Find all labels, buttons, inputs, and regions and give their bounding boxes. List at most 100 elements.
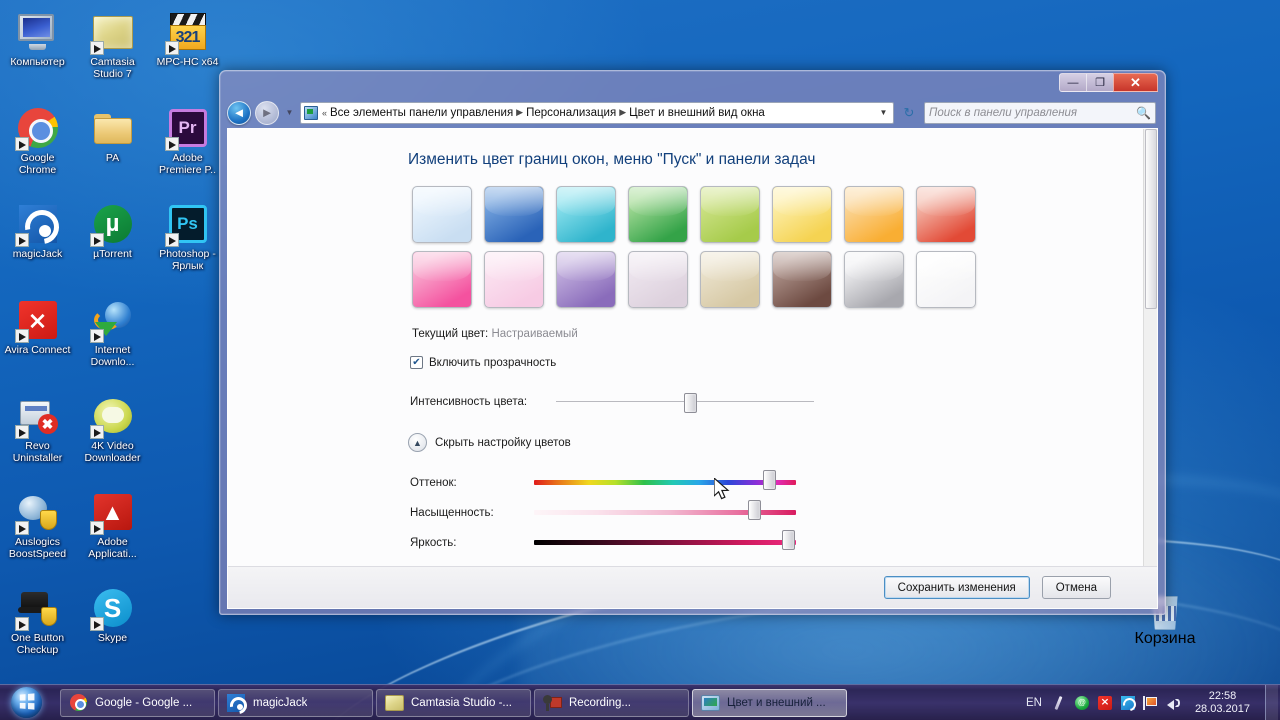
window-titlebar[interactable]: — ❐ ✕ [227, 71, 1158, 97]
shortcut-arrow-icon [89, 41, 104, 55]
search-input[interactable]: Поиск в панели управления 🔍 [924, 101, 1156, 124]
desktop-icon-photoshop[interactable]: Ps Photoshop - Ярлык [150, 196, 225, 292]
volume-icon[interactable] [1166, 695, 1182, 711]
clock[interactable]: 22:58 28.03.2017 [1189, 690, 1258, 716]
address-dropdown-icon[interactable]: ▼ [876, 108, 891, 117]
desktop-icon-chrome[interactable]: Google Chrome [0, 100, 75, 196]
brightness-slider[interactable] [534, 530, 796, 556]
desktop-icon-utorrent[interactable]: µ µTorrent [75, 196, 150, 292]
shortcut-arrow-icon [164, 233, 179, 247]
shortcut-arrow-icon [14, 521, 29, 535]
settings-pane: Изменить цвет границ окон, меню "Пуск" и… [228, 129, 1143, 608]
color-swatch-lime[interactable] [700, 186, 760, 243]
color-swatch-sky[interactable] [412, 186, 472, 243]
saturation-thumb[interactable] [747, 500, 761, 520]
address-bar[interactable]: « Все элементы панели управления ▶ Персо… [300, 101, 894, 124]
desktop-icon-4k-video[interactable]: 4K Video Downloader [75, 388, 150, 484]
color-swatch-red[interactable] [916, 186, 976, 243]
show-desktop-button[interactable] [1265, 684, 1278, 720]
magicjack-icon[interactable] [1120, 695, 1136, 711]
breadcrumb: « Все элементы панели управления ▶ Персо… [322, 107, 872, 119]
taskbar-button-camtasia[interactable]: Camtasia Studio -... [376, 688, 531, 717]
maximize-button[interactable]: ❐ [1086, 73, 1114, 92]
taskbar-button-chrome[interactable]: Google - Google ... [60, 688, 215, 717]
shortcut-arrow-icon [164, 137, 179, 151]
taskbar[interactable]: Google - Google ... magicJack Camtasia Stu… [0, 684, 1280, 720]
desktop-icon-label: Skype [97, 632, 128, 644]
breadcrumb-item-all-control-panel[interactable]: Все элементы панели управления [330, 107, 513, 119]
color-intensity-thumb[interactable] [683, 393, 697, 413]
taskbar-button-display[interactable]: Цвет и внешний ... [692, 688, 847, 717]
avira-icon: ⨯ [14, 298, 60, 343]
hue-thumb[interactable] [763, 470, 777, 490]
adobe-icon: ▲ [89, 490, 135, 535]
desktop-icon-auslogics[interactable]: Auslogics BoostSpeed [0, 484, 75, 580]
breadcrumb-overflow-icon[interactable]: « [322, 108, 327, 118]
color-swatch-khaki[interactable] [700, 251, 760, 308]
hue-slider[interactable] [534, 470, 796, 496]
control-panel-window[interactable]: — ❐ ✕ ◄ ► ▼ « Все элементы панели управл… [219, 70, 1166, 615]
history-dropdown-icon[interactable]: ▼ [283, 108, 296, 117]
breadcrumb-item-window-color[interactable]: Цвет и внешний вид окна [629, 107, 765, 119]
vertical-scrollbar[interactable] [1143, 129, 1157, 608]
flag-icon[interactable] [1143, 695, 1159, 711]
chevron-up-icon[interactable]: ▲ [408, 433, 427, 452]
photoshop-icon: Ps [164, 202, 210, 247]
color-swatch-yellow[interactable] [772, 186, 832, 243]
forward-button[interactable]: ► [255, 100, 279, 125]
taskbar-button-magicjack[interactable]: magicJack [218, 688, 373, 717]
avira-icon[interactable]: ⨯ [1097, 695, 1113, 711]
desktop-icon-label: PA [105, 152, 120, 164]
refresh-button[interactable]: ↻ [898, 102, 920, 124]
taskbar-button-recorder[interactable]: Recording... [534, 688, 689, 717]
desktop-icon-revo[interactable]: ✖ Revo Uninstaller [0, 388, 75, 484]
desktop-icon-folder[interactable]: PA [75, 100, 150, 196]
color-swatch-blue[interactable] [484, 186, 544, 243]
scrollbar-thumb[interactable] [1145, 129, 1157, 309]
hide-color-settings-expander[interactable]: ▲ Скрыть настройку цветов [408, 433, 1143, 452]
shortcut-arrow-icon [89, 233, 104, 247]
start-button[interactable] [2, 686, 50, 720]
breadcrumb-separator-icon: ▶ [516, 107, 524, 117]
back-button[interactable]: ◄ [227, 100, 251, 125]
minimize-button[interactable]: — [1059, 73, 1087, 92]
transparency-checkbox[interactable]: ✔ [410, 356, 423, 369]
color-swatch-lilac-gray[interactable] [628, 251, 688, 308]
color-swatch-violet[interactable] [556, 251, 616, 308]
desktop-icon-one-button-checkup[interactable]: One Button Checkup [0, 580, 75, 676]
desktop-icon-premiere[interactable]: Pr Adobe Premiere P.. [150, 100, 225, 196]
green-circle-icon[interactable]: @ [1074, 695, 1090, 711]
desktop-icon-computer[interactable]: Компьютер [0, 4, 75, 100]
color-swatch-green[interactable] [628, 186, 688, 243]
color-swatch-cell [844, 186, 916, 251]
saturation-slider[interactable] [534, 500, 796, 526]
close-button[interactable]: ✕ [1113, 73, 1158, 92]
breadcrumb-separator-icon: ▶ [619, 107, 627, 117]
color-swatch-gray[interactable] [844, 251, 904, 308]
desktop-icon-skype[interactable]: S Skype [75, 580, 150, 676]
language-indicator[interactable]: EN [1026, 697, 1042, 709]
transparency-row[interactable]: ✔ Включить прозрачность [410, 356, 1143, 369]
desktop-icon-camtasia[interactable]: Camtasia Studio 7 [75, 4, 150, 100]
desktop-icon-mpc-hc[interactable]: 321 MPC-HC x64 [150, 4, 225, 100]
color-intensity-slider[interactable] [556, 393, 814, 413]
color-swatch-teal[interactable] [556, 186, 616, 243]
desktop-icon-idm[interactable]: Internet Downlo... [75, 292, 150, 388]
desktop-icon-avira[interactable]: ⨯ Avira Connect [0, 292, 75, 388]
save-changes-button[interactable]: Сохранить изменения [883, 576, 1030, 599]
desktop-icon-adobe[interactable]: ▲ Adobe Applicati... [75, 484, 150, 580]
brightness-thumb[interactable] [781, 530, 795, 550]
taskbar-button-label: Camtasia Studio -... [411, 696, 512, 709]
color-swatch-brown[interactable] [772, 251, 832, 308]
pen-icon[interactable] [1051, 695, 1067, 711]
desktop-icon-magicjack[interactable]: magicJack [0, 196, 75, 292]
desktop-icon-label: Компьютер [10, 56, 65, 68]
breadcrumb-item-personalization[interactable]: Персонализация [526, 107, 616, 119]
color-swatch-rose[interactable] [484, 251, 544, 308]
cancel-button[interactable]: Отмена [1041, 576, 1111, 599]
desktop[interactable]: Компьютер Camtasia Studio 7 321 MPC-HC x64 G… [0, 0, 1280, 720]
color-swatch-orange[interactable] [844, 186, 904, 243]
color-swatch-pink[interactable] [412, 251, 472, 308]
saturation-row: Насыщенность: [410, 498, 1143, 528]
color-swatch-white[interactable] [916, 251, 976, 308]
